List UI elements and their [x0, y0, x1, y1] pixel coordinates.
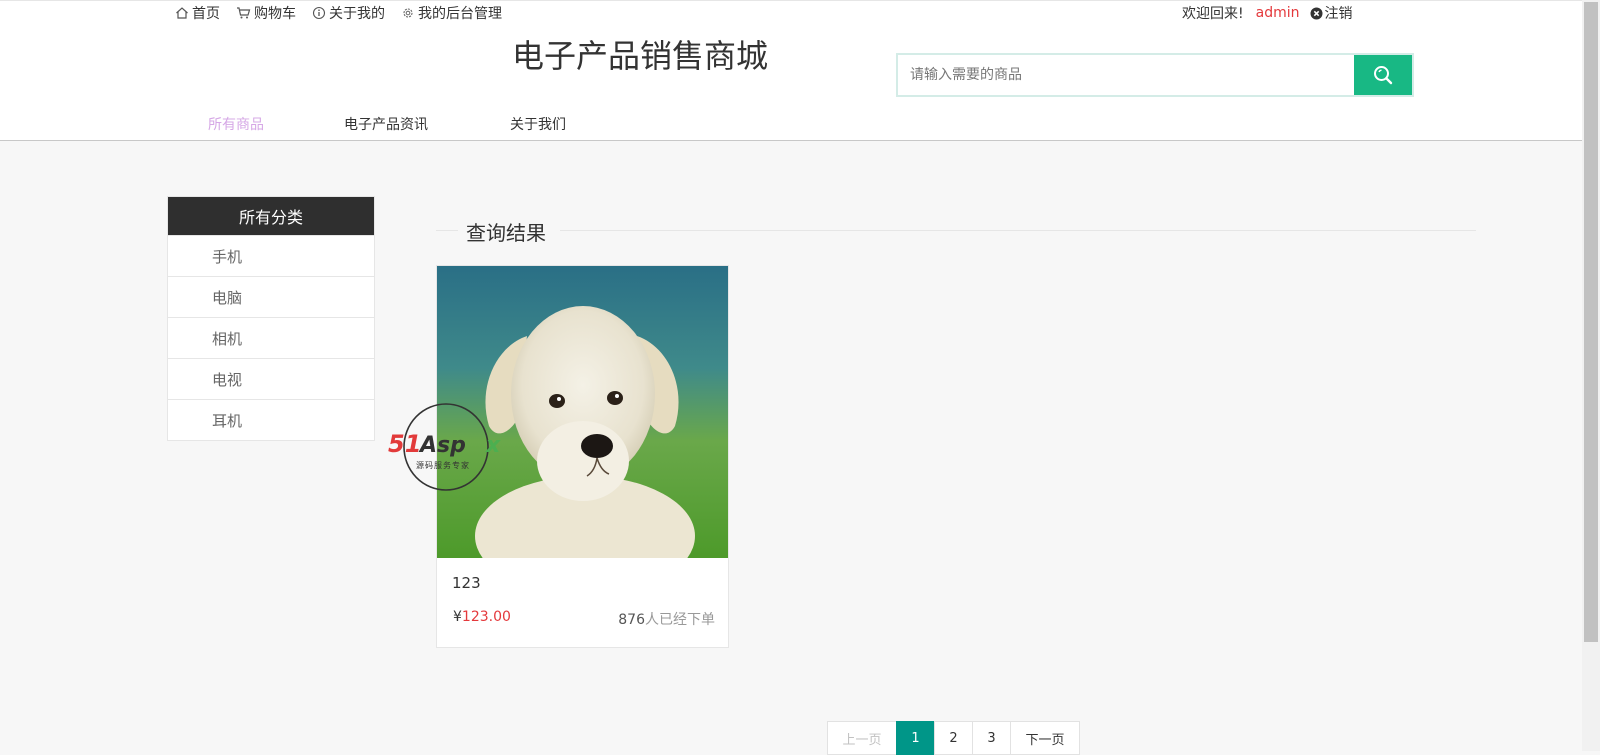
vertical-scrollbar[interactable] [1582, 0, 1600, 751]
gear-icon [403, 8, 413, 18]
heading-divider-left [436, 230, 458, 231]
info-icon [312, 6, 326, 20]
sidebar-item-camera[interactable]: 相机 [168, 317, 374, 358]
watermark-brand-aspx: Asp [418, 433, 466, 458]
top-nav: 首页 购物车 关于我的 我的后台管理 [175, 3, 518, 23]
site-header: 首页 购物车 关于我的 我的后台管理 欢迎回来! admin 注销 电子产品销售… [0, 0, 1582, 141]
watermark-tagline: 源码服务专家 [416, 460, 470, 470]
nav-product-news[interactable]: 电子产品资讯 [344, 114, 428, 134]
cart-icon [237, 7, 251, 19]
logout-label: 注销 [1324, 6, 1353, 22]
pagination: 上一页 1 2 3 下一页 [827, 721, 1080, 755]
search-icon [1374, 66, 1393, 85]
sidebar-title: 所有分类 [168, 197, 374, 235]
nav-all-products[interactable]: 所有商品 [208, 114, 264, 134]
prev-page-button[interactable]: 上一页 [827, 721, 897, 755]
search-input[interactable] [898, 55, 1354, 95]
page-button-1[interactable]: 1 [896, 721, 935, 755]
sidebar-item-tv[interactable]: 电视 [168, 358, 374, 399]
username-link[interactable]: admin [1256, 5, 1300, 21]
topnav-admin[interactable]: 我的后台管理 [401, 3, 502, 23]
currency-symbol: ¥ [453, 609, 462, 625]
watermark-brand-x: x [485, 433, 501, 458]
watermark-brand-51: 51 [388, 430, 421, 458]
nav-about-us[interactable]: 关于我们 [510, 114, 566, 134]
watermark-graphic: 51 Asp x 源码服务专家 [388, 403, 501, 491]
search-box [896, 53, 1414, 97]
sidebar-item-computer[interactable]: 电脑 [168, 276, 374, 317]
site-title: 电子产品销售商城 [512, 37, 769, 75]
logout-button[interactable]: 注销 [1310, 3, 1353, 23]
product-name[interactable]: 123 [452, 574, 481, 592]
sidebar-item-phone[interactable]: 手机 [168, 235, 374, 276]
welcome-area: 欢迎回来! admin 注销 [1182, 3, 1353, 23]
product-sold-count: 876人已经下单 [618, 609, 715, 629]
topnav-cart[interactable]: 购物车 [236, 3, 296, 23]
results-heading: 查询结果 [436, 214, 1476, 248]
search-button[interactable] [1354, 55, 1412, 95]
price-value: 123.00 [461, 609, 511, 625]
sold-suffix: 人已经下单 [645, 612, 715, 628]
page-button-2[interactable]: 2 [934, 721, 973, 755]
product-price: ¥123.00 [453, 609, 511, 625]
close-circle-icon [1310, 7, 1322, 19]
topnav-cart-label: 购物车 [254, 6, 296, 22]
results-title: 查询结果 [466, 221, 546, 245]
heading-divider-right [560, 230, 1476, 231]
topnav-about-me-label: 关于我的 [329, 6, 385, 22]
home-icon [176, 7, 188, 19]
sold-number: 876 [618, 612, 645, 628]
sidebar-item-headphones[interactable]: 耳机 [168, 399, 374, 440]
next-page-button[interactable]: 下一页 [1010, 721, 1080, 755]
welcome-text: 欢迎回来! [1182, 6, 1244, 22]
page-button-3[interactable]: 3 [972, 721, 1011, 755]
topnav-about-me[interactable]: 关于我的 [312, 3, 385, 23]
topnav-home[interactable]: 首页 [175, 3, 220, 23]
category-sidebar: 所有分类 手机 电脑 相机 电视 耳机 [167, 196, 375, 441]
topnav-admin-label: 我的后台管理 [418, 6, 502, 22]
scrollbar-thumb[interactable] [1584, 2, 1598, 642]
watermark-logo: 51 Asp x 源码服务专家 [386, 402, 512, 492]
topnav-home-label: 首页 [192, 6, 220, 22]
